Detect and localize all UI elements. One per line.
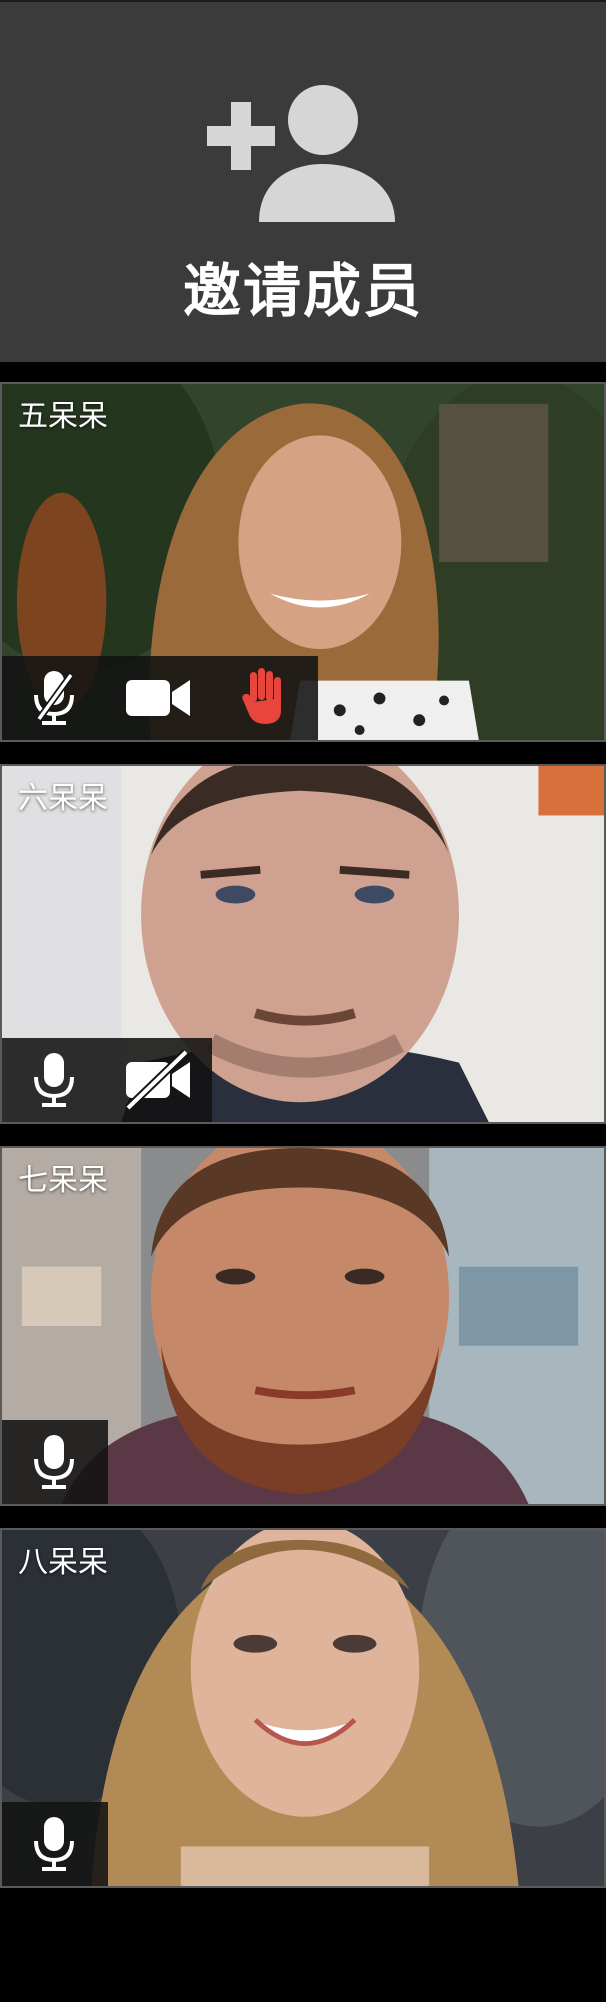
camera-off-icon <box>125 1050 190 1110</box>
add-person-icon <box>207 85 395 222</box>
participant-controls <box>2 656 318 740</box>
participant-name: 七呆呆 <box>18 1164 108 1197</box>
mic-muted-icon <box>34 671 74 725</box>
mic-toggle-button[interactable] <box>2 656 106 740</box>
participant-name: 五呆呆 <box>18 400 108 433</box>
participant-controls <box>2 1420 108 1504</box>
participant-name: 六呆呆 <box>18 782 108 815</box>
participant-tile[interactable]: 八呆呆 <box>0 1528 606 1888</box>
camera-icon <box>126 680 190 716</box>
participant-controls <box>2 1802 108 1886</box>
participant-tile[interactable]: 六呆呆 <box>0 764 606 1124</box>
raised-hand-button[interactable] <box>210 656 314 740</box>
mic-icon <box>34 1817 74 1871</box>
invite-members-button[interactable]: 邀请成员 <box>0 0 606 362</box>
participant-name: 八呆呆 <box>18 1546 108 1579</box>
participant-tile[interactable]: 七呆呆 <box>0 1146 606 1506</box>
mic-icon <box>34 1435 74 1489</box>
mic-toggle-button[interactable] <box>2 1420 106 1504</box>
camera-toggle-button[interactable] <box>106 656 210 740</box>
invite-members-label: 邀请成员 <box>182 259 423 324</box>
mic-toggle-button[interactable] <box>2 1802 106 1886</box>
participant-controls <box>2 1038 212 1122</box>
mic-icon <box>34 1053 74 1107</box>
mic-toggle-button[interactable] <box>2 1038 106 1122</box>
participant-tile[interactable]: 五呆呆 <box>0 382 606 742</box>
raised-hand-icon <box>242 668 281 724</box>
camera-toggle-button[interactable] <box>106 1038 210 1122</box>
